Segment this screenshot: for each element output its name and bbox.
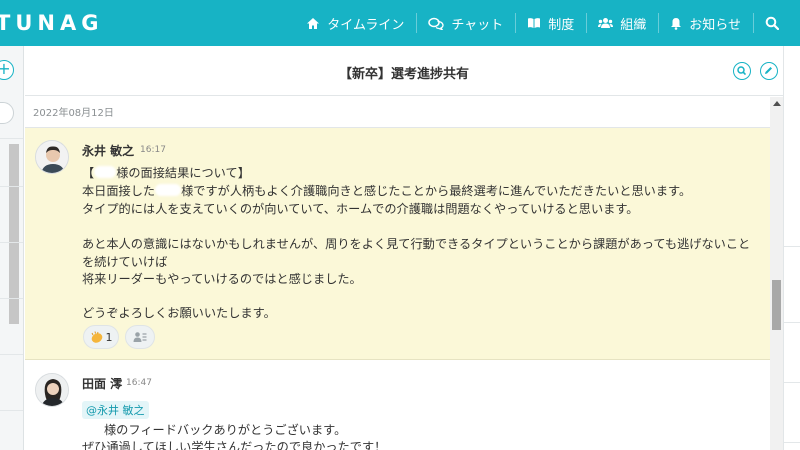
divider: [0, 186, 23, 187]
bell-icon: [671, 17, 682, 30]
message-line: どうぞよろしくお願いいたします。: [82, 306, 276, 320]
message-line: 本日面接した 様ですが人柄もよく介護職向きと感じたことから最終選考に進んでいただき…: [82, 181, 691, 199]
mention-tag[interactable]: @永井 敏之: [82, 401, 149, 419]
message-line: を続けていけば: [82, 255, 168, 269]
divider: [0, 410, 23, 411]
message-item: 田面 澪 16:47 @永井 敏之 様のフィードバックありがとうございます。 ぜ…: [25, 361, 770, 450]
channel-search-input[interactable]: [0, 102, 14, 124]
user-photo-icon: [36, 141, 68, 173]
scroll-up-arrow[interactable]: [773, 101, 781, 106]
redacted-name: [94, 166, 117, 178]
add-channel-button[interactable]: +: [0, 60, 14, 80]
timeline-scrollbar[interactable]: [770, 97, 783, 450]
pencil-icon: [765, 67, 772, 74]
nav-timeline-label: タイムライン: [327, 17, 405, 33]
message-timeline: 2022年08月12日 永井 敏之 16:17 【 様の面接結果について】 本日面…: [25, 97, 770, 450]
message-time: 16:47: [126, 378, 152, 388]
global-search-button[interactable]: [753, 0, 800, 46]
nav-organization-label: 組織: [620, 17, 647, 33]
message-line: 将来リーダーもやっていけるのではと感じました。: [82, 272, 362, 286]
nav-system-label: 制度: [548, 17, 575, 33]
divider: [784, 246, 800, 247]
divider: [784, 442, 800, 443]
message-text: 本日面接した: [82, 184, 156, 198]
message-author[interactable]: 田面 澪: [82, 375, 122, 392]
avatar[interactable]: [35, 373, 69, 407]
channel-list-scrollbar[interactable]: [9, 144, 19, 324]
search-icon: [737, 66, 746, 75]
main-nav: タイムライン チャット 制度 組織 お知らせ: [294, 0, 800, 46]
redacted-name: [82, 423, 104, 435]
nav-notifications-label: お知らせ: [689, 17, 741, 33]
message-line: 【 様の面接結果について】: [82, 163, 250, 181]
message-text: 様のフィードバックありがとうございます。: [104, 423, 347, 437]
nav-organization[interactable]: 組織: [586, 0, 658, 46]
reaction-count: 1: [105, 330, 113, 344]
date-separator: 2022年08月12日: [33, 108, 114, 119]
message-line: ぜひ通過してほしい学生さんだったので良かったです！: [82, 440, 387, 450]
users-list-icon: [133, 332, 147, 342]
read-by-button[interactable]: [125, 325, 155, 349]
divider: [784, 322, 800, 323]
message-line: 様のフィードバックありがとうございます。: [82, 420, 346, 438]
message-text: 様の面接結果について】: [116, 166, 250, 180]
message-line: あと本人の意識にはないかもしれませんが、周りをよく見て行動できるタイプということ…: [82, 237, 751, 251]
channel-edit-button[interactable]: [760, 62, 778, 80]
redacted-name: [155, 184, 182, 196]
divider: [0, 138, 23, 139]
right-side-panel: [783, 46, 800, 450]
message-text: 様ですが人柄もよく介護職向きと感じたことから最終選考に進んでいただきたいと思いま…: [181, 184, 692, 198]
message-text: 【: [82, 166, 95, 180]
channel-list-panel: +: [0, 46, 24, 450]
home-icon: [307, 17, 320, 29]
clap-icon: [91, 331, 102, 343]
user-photo-icon: [36, 374, 68, 406]
nav-chat-label: チャット: [451, 17, 504, 33]
search-icon: [765, 16, 779, 30]
channel-header: 【新卒】選考進捗共有: [25, 46, 783, 96]
reaction-clap[interactable]: 1: [83, 325, 119, 349]
channel-search-button[interactable]: [733, 62, 751, 80]
divider: [0, 298, 23, 299]
nav-timeline[interactable]: タイムライン: [294, 0, 416, 46]
channel-title: 【新卒】選考進捗共有: [338, 67, 469, 82]
chat-icon: [428, 17, 444, 30]
people-icon: [598, 18, 614, 28]
top-navigation-bar: TUNAG タイムライン チャット 制度 組織 お知らせ: [0, 0, 800, 46]
nav-chat[interactable]: チャット: [416, 0, 515, 46]
message-time: 16:17: [140, 145, 166, 155]
divider: [0, 354, 23, 355]
divider: [784, 382, 800, 383]
message-line: タイプ的には人を支えていくのが向いていて、ホームでの介護職は問題なくやっていける…: [82, 202, 639, 216]
nav-notifications[interactable]: お知らせ: [658, 0, 753, 46]
tunag-logo[interactable]: TUNAG: [0, 11, 103, 35]
book-icon: [528, 18, 541, 28]
avatar[interactable]: [35, 140, 69, 174]
divider: [0, 242, 23, 243]
message-item: 永井 敏之 16:17 【 様の面接結果について】 本日面接した 様ですが人柄もよく…: [25, 128, 770, 360]
scrollbar-thumb[interactable]: [772, 280, 781, 330]
message-author[interactable]: 永井 敏之: [82, 142, 134, 159]
nav-system[interactable]: 制度: [515, 0, 586, 46]
